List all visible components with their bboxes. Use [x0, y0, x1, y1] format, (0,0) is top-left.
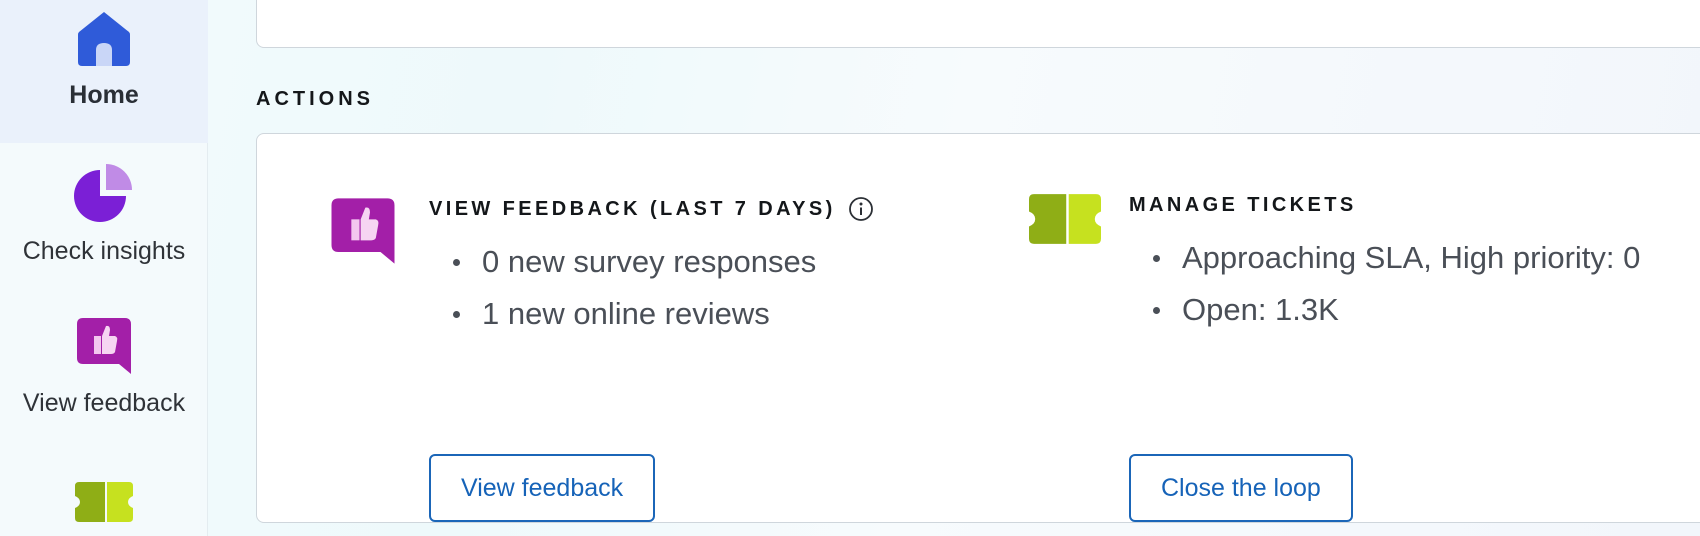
sidebar-item-label: Check insights — [22, 237, 186, 265]
home-icon — [76, 10, 132, 73]
sidebar-item-label: View feedback — [22, 389, 186, 417]
ticket-icon — [75, 482, 133, 527]
feedback-stats-list: 0 new survey responses 1 new online revi… — [429, 236, 816, 340]
sidebar-item-tickets[interactable] — [0, 482, 208, 536]
list-item: Open: 1.3K — [1129, 284, 1640, 336]
close-the-loop-button[interactable]: Close the loop — [1129, 454, 1353, 522]
sidebar-item-view-feedback[interactable]: View feedback — [0, 316, 208, 436]
actions-card: VIEW FEEDBACK (LAST 7 DAYS) 0 new survey… — [256, 133, 1700, 523]
list-item: 0 new survey responses — [429, 236, 816, 288]
sidebar: Home Check insights View feedback — [0, 0, 208, 536]
view-feedback-heading: VIEW FEEDBACK (LAST 7 DAYS) — [429, 196, 874, 222]
tickets-stats-list: Approaching SLA, High priority: 0 Open: … — [1129, 232, 1640, 336]
top-card — [256, 0, 1700, 48]
view-feedback-title: VIEW FEEDBACK (LAST 7 DAYS) — [429, 197, 836, 220]
list-item: 1 new online reviews — [429, 288, 816, 340]
list-item: Approaching SLA, High priority: 0 — [1129, 232, 1640, 284]
manage-tickets-title: MANAGE TICKETS — [1129, 194, 1357, 216]
thumbs-up-icon — [329, 196, 397, 271]
ticket-icon — [1029, 194, 1101, 249]
manage-tickets-heading: MANAGE TICKETS — [1129, 194, 1357, 217]
sidebar-item-check-insights[interactable]: Check insights — [0, 160, 208, 280]
sidebar-item-home[interactable]: Home — [0, 0, 208, 143]
thumbs-up-icon — [75, 316, 133, 381]
view-feedback-button[interactable]: View feedback — [429, 454, 656, 522]
pie-chart-icon — [72, 160, 136, 229]
info-icon[interactable] — [848, 196, 874, 222]
sidebar-item-label: Home — [69, 81, 139, 109]
section-title-actions: ACTIONS — [256, 88, 374, 110]
